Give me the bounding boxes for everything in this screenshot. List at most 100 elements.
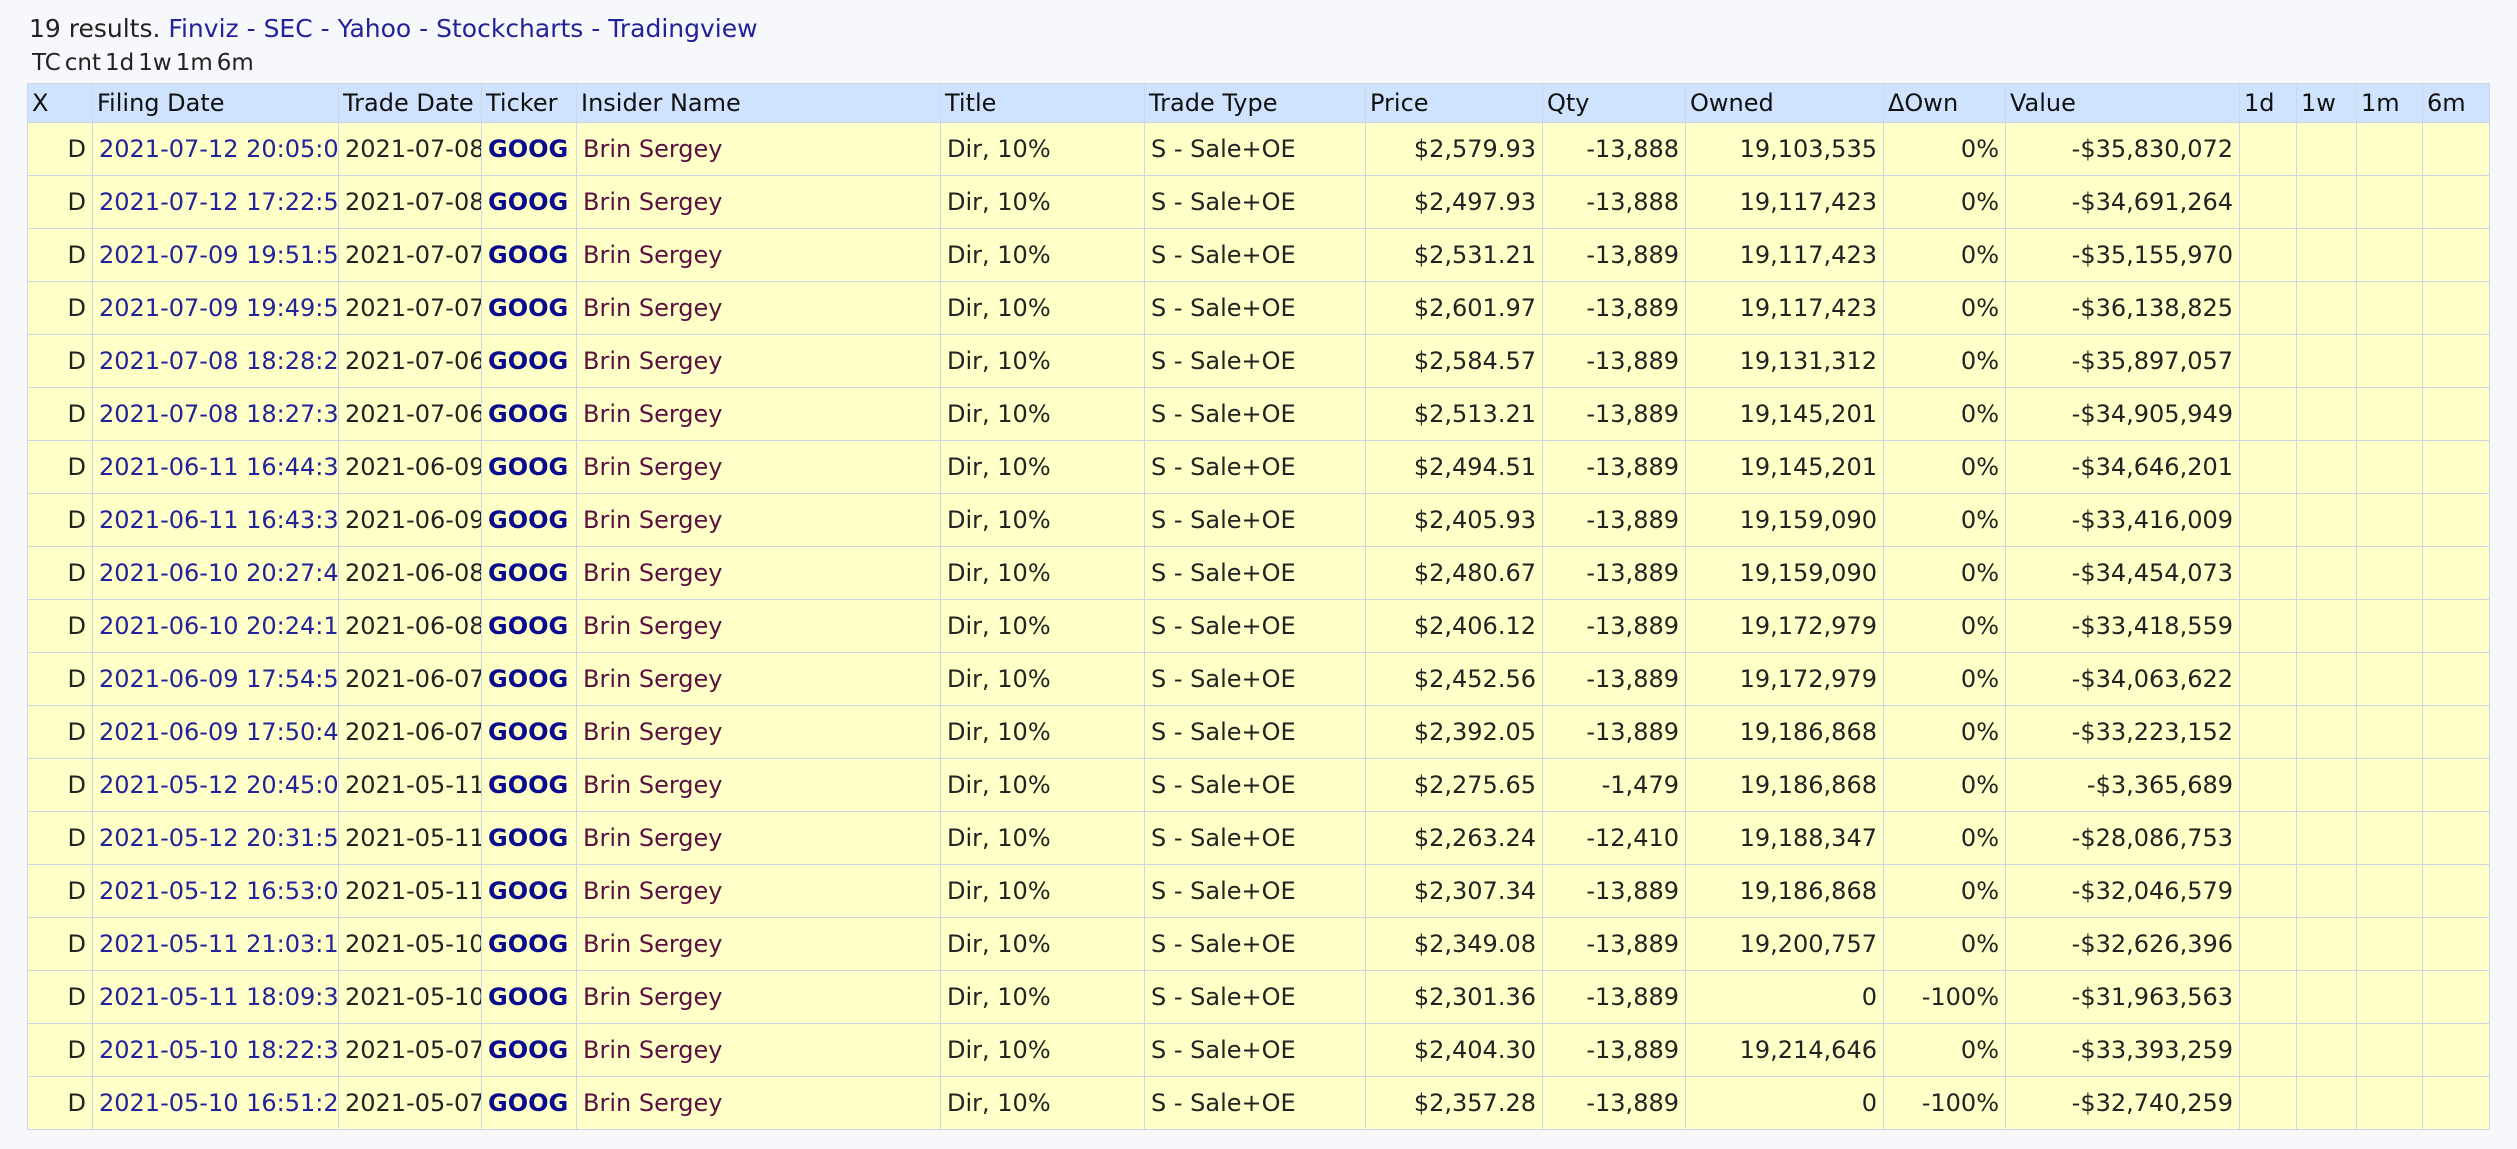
filing-link[interactable]: 2021-05-11 18:09:39 <box>99 983 338 1011</box>
ticker-link[interactable]: GOOG <box>488 1036 568 1064</box>
ticker-link[interactable]: GOOG <box>488 400 568 428</box>
table-row: D 2021-07-09 19:51:59 2021-07-07 GOOG Brin S… <box>27 228 2490 282</box>
insider-link[interactable]: Brin Sergey <box>583 1089 723 1117</box>
insider-link[interactable]: Brin Sergey <box>583 983 723 1011</box>
cell-6m <box>2422 864 2490 918</box>
insider-link[interactable]: Brin Sergey <box>583 612 723 640</box>
column-header-ticker[interactable]: Ticker <box>481 83 577 123</box>
filing-link[interactable]: 2021-06-09 17:54:56 <box>99 665 338 693</box>
ticker-link[interactable]: GOOG <box>488 241 568 269</box>
cell-owned: 0 <box>1685 1076 1884 1130</box>
column-header-qty[interactable]: Qty <box>1542 83 1686 123</box>
cell-6m <box>2422 281 2490 335</box>
column-header-insider-name[interactable]: Insider Name <box>576 83 941 123</box>
filing-link[interactable]: 2021-07-09 19:49:54 <box>99 294 338 322</box>
column-header-value[interactable]: Value <box>2005 83 2240 123</box>
ticker-link[interactable]: GOOG <box>488 824 568 852</box>
link-separator: - <box>583 14 609 43</box>
insider-link[interactable]: Brin Sergey <box>583 506 723 534</box>
cell-x: D <box>27 334 93 388</box>
ticker-link[interactable]: GOOG <box>488 930 568 958</box>
column-header-6m[interactable]: 6m <box>2422 83 2490 123</box>
cell-title: Dir, 10% <box>940 917 1145 971</box>
ticker-link[interactable]: GOOG <box>488 347 568 375</box>
insider-link[interactable]: Brin Sergey <box>583 135 723 163</box>
link-tradingview[interactable]: Tradingview <box>608 14 757 43</box>
filing-link[interactable]: 2021-05-10 18:22:39 <box>99 1036 338 1064</box>
insider-link[interactable]: Brin Sergey <box>583 771 723 799</box>
filing-link[interactable]: 2021-07-12 20:05:04 <box>99 135 338 163</box>
filing-link[interactable]: 2021-06-11 16:44:37 <box>99 453 338 481</box>
link-separator: - <box>312 14 338 43</box>
cell-trade-type: S - Sale+OE <box>1144 175 1366 229</box>
cell-1w <box>2296 917 2357 971</box>
insider-link[interactable]: Brin Sergey <box>583 930 723 958</box>
column-header-x[interactable]: X <box>27 83 93 123</box>
ticker-link[interactable]: GOOG <box>488 135 568 163</box>
ticker-link[interactable]: GOOG <box>488 559 568 587</box>
insider-link[interactable]: Brin Sergey <box>583 347 723 375</box>
filing-link[interactable]: 2021-05-12 16:53:02 <box>99 877 338 905</box>
cell-6m <box>2422 493 2490 547</box>
ticker-link[interactable]: GOOG <box>488 877 568 905</box>
ticker-link[interactable]: GOOG <box>488 453 568 481</box>
link-yahoo[interactable]: Yahoo <box>338 14 412 43</box>
cell-1d <box>2239 811 2297 865</box>
filing-link[interactable]: 2021-07-12 17:22:57 <box>99 188 338 216</box>
column-header-owned[interactable]: Owned <box>1685 83 1884 123</box>
filing-link[interactable]: 2021-07-08 18:28:29 <box>99 347 338 375</box>
filing-link[interactable]: 2021-06-10 20:27:40 <box>99 559 338 587</box>
cell-qty: -13,889 <box>1542 599 1686 653</box>
column-header-trade-type[interactable]: Trade Type <box>1144 83 1366 123</box>
insider-link[interactable]: Brin Sergey <box>583 188 723 216</box>
cell-owned: 19,172,979 <box>1685 599 1884 653</box>
ticker-link[interactable]: GOOG <box>488 188 568 216</box>
ticker-link[interactable]: GOOG <box>488 771 568 799</box>
link-stockcharts[interactable]: Stockcharts <box>436 14 583 43</box>
column-header-1w[interactable]: 1w <box>2296 83 2357 123</box>
insider-link[interactable]: Brin Sergey <box>583 294 723 322</box>
insider-link[interactable]: Brin Sergey <box>583 824 723 852</box>
table-row: D 2021-07-12 20:05:04 2021-07-08 GOOG Brin S… <box>27 122 2490 176</box>
cell-x: D <box>27 1023 93 1077</box>
filing-link[interactable]: 2021-06-09 17:50:49 <box>99 718 338 746</box>
insider-link[interactable]: Brin Sergey <box>583 877 723 905</box>
ticker-link[interactable]: GOOG <box>488 612 568 640</box>
column-header-filing-date[interactable]: Filing Date <box>92 83 339 123</box>
filing-link[interactable]: 2021-05-12 20:45:05 <box>99 771 338 799</box>
insider-link[interactable]: Brin Sergey <box>583 400 723 428</box>
cell-title: Dir, 10% <box>940 1076 1145 1130</box>
ticker-link[interactable]: GOOG <box>488 506 568 534</box>
filing-link[interactable]: 2021-05-10 16:51:26 <box>99 1089 338 1117</box>
cell-title: Dir, 10% <box>940 811 1145 865</box>
ticker-link[interactable]: GOOG <box>488 983 568 1011</box>
ticker-link[interactable]: GOOG <box>488 294 568 322</box>
filing-link[interactable]: 2021-06-10 20:24:16 <box>99 612 338 640</box>
filing-link[interactable]: 2021-05-12 20:31:59 <box>99 824 338 852</box>
ticker-link[interactable]: GOOG <box>488 1089 568 1117</box>
filing-link[interactable]: 2021-05-11 21:03:11 <box>99 930 338 958</box>
ticker-link[interactable]: GOOG <box>488 718 568 746</box>
column-header-1d[interactable]: 1d <box>2239 83 2297 123</box>
link-finviz[interactable]: Finviz <box>168 14 238 43</box>
cell-x: D <box>27 175 93 229</box>
ticker-link[interactable]: GOOG <box>488 665 568 693</box>
cell-trade-date: 2021-07-07 <box>338 281 482 335</box>
column-header-delta-own[interactable]: ΔOwn <box>1883 83 2006 123</box>
column-header-trade-date[interactable]: Trade Date <box>338 83 482 123</box>
filing-link[interactable]: 2021-07-08 18:27:33 <box>99 400 338 428</box>
insider-link[interactable]: Brin Sergey <box>583 559 723 587</box>
insider-link[interactable]: Brin Sergey <box>583 453 723 481</box>
insider-link[interactable]: Brin Sergey <box>583 665 723 693</box>
insider-link[interactable]: Brin Sergey <box>583 718 723 746</box>
column-header-price[interactable]: Price <box>1365 83 1543 123</box>
filing-link[interactable]: 2021-06-11 16:43:37 <box>99 506 338 534</box>
insider-link[interactable]: Brin Sergey <box>583 1036 723 1064</box>
filing-link[interactable]: 2021-07-09 19:51:59 <box>99 241 338 269</box>
insider-link[interactable]: Brin Sergey <box>583 241 723 269</box>
column-header-1m[interactable]: 1m <box>2356 83 2423 123</box>
column-header-title[interactable]: Title <box>940 83 1145 123</box>
cell-trade-date: 2021-07-06 <box>338 387 482 441</box>
link-sec[interactable]: SEC <box>264 14 313 43</box>
cell-1m <box>2356 175 2423 229</box>
